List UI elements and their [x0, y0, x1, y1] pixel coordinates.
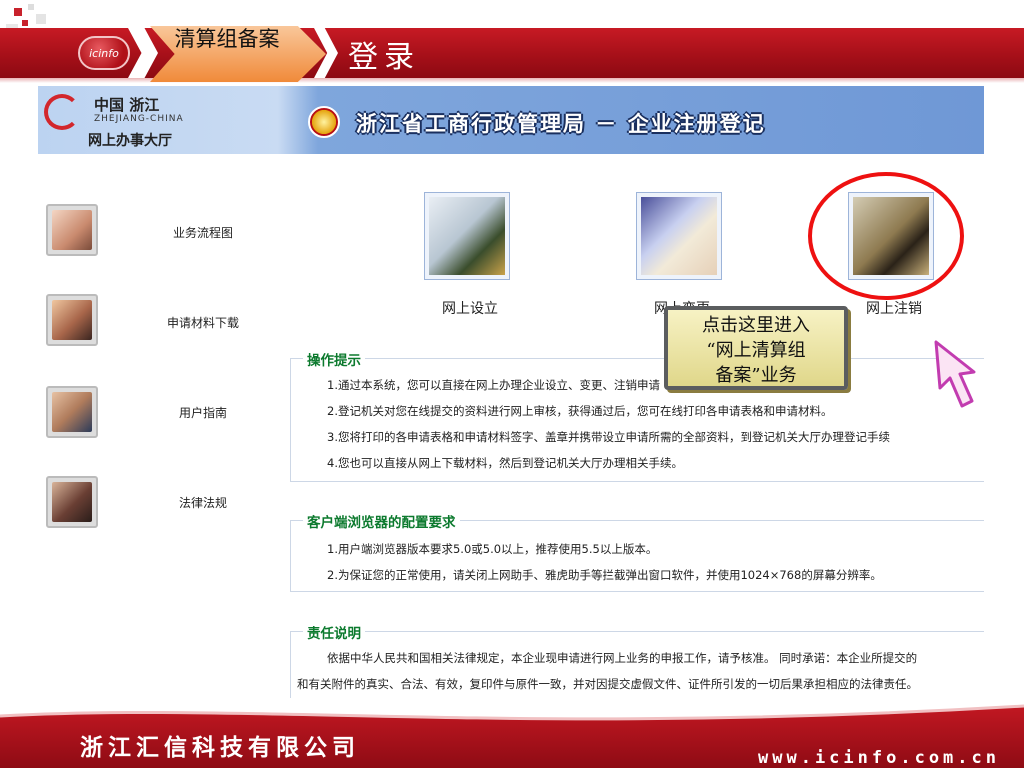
- slide: icinfo 清算组备案 登录 中国 浙江 ZHEJIANG-CHINA 网上办…: [0, 0, 1024, 768]
- browser-title: 客户端浏览器的配置要求: [303, 511, 460, 531]
- tips-section: 操作提示 1.通过本系统，您可以直接在网上办理企业设立、变更、注销申请 2.登记…: [290, 349, 984, 482]
- hands-documents-photo-icon: [641, 197, 717, 275]
- liability-title: 责任说明: [303, 622, 365, 642]
- decor-square: [36, 14, 46, 24]
- callout-line: 点击这里进入: [702, 315, 810, 336]
- sidebar-item-law[interactable]: 法律法规: [138, 494, 268, 511]
- brand-english: ZHEJIANG-CHINA: [94, 114, 184, 124]
- fountain-pen-photo-icon: [429, 197, 505, 275]
- callout-line: “网上清算组: [706, 340, 806, 361]
- hand-writing-photo-icon[interactable]: [46, 204, 98, 256]
- site-banner: 中国 浙江 ZHEJIANG-CHINA 网上办事大厅 浙江省工商行政管理局 －…: [38, 86, 984, 154]
- liability-section: 责任说明 依据中华人民共和国相关法律规定，本企业现申请进行网上业务的申报工作，请…: [290, 622, 984, 698]
- embedded-screenshot: 中国 浙江 ZHEJIANG-CHINA 网上办事大厅 浙江省工商行政管理局 －…: [38, 86, 984, 698]
- callout-line: 备案”业务: [715, 365, 797, 386]
- decor-square: [14, 8, 22, 16]
- brand-subtitle: 网上办事大厅: [88, 133, 172, 149]
- liability-line: 和有关附件的真实、合法、有效，复印件与原件一致，并对因提交虚假文件、证件所引发的…: [297, 677, 918, 691]
- action-establish-label[interactable]: 网上设立: [410, 298, 530, 318]
- section-tag-label: 清算组备案: [174, 27, 280, 51]
- banner-title: 浙江省工商行政管理局 － 企业注册登记: [356, 111, 766, 136]
- phone-call-photo-icon[interactable]: [46, 294, 98, 346]
- sidebar-item-guide[interactable]: 用户指南: [138, 404, 268, 421]
- tips-line: 1.通过本系统，您可以直接在网上办理企业设立、变更、注销申请: [327, 378, 660, 392]
- action-change-button[interactable]: [636, 192, 722, 280]
- sidebar-item-flowchart[interactable]: 业务流程图: [138, 224, 268, 241]
- tips-title: 操作提示: [303, 349, 365, 369]
- businessman-photo-icon[interactable]: [46, 386, 98, 438]
- tips-line: 3.您将打印的各申请表格和申请材料签字、盖章并携带设立申请所需的全部资料，到登记…: [327, 430, 890, 444]
- decor-square: [22, 20, 28, 26]
- action-establish-button[interactable]: [424, 192, 510, 280]
- decor-square: [28, 4, 34, 10]
- zhejiang-logo-icon: [44, 94, 80, 130]
- action-cancel-label[interactable]: 网上注销: [834, 298, 954, 318]
- businesswoman-photo-icon[interactable]: [46, 476, 98, 528]
- browser-line: 1.用户端浏览器版本要求5.0或5.0以上，推荐使用5.5以上版本。: [327, 542, 658, 556]
- icinfo-logo: icinfo: [78, 36, 130, 70]
- liability-line: 依据中华人民共和国相关法律规定，本企业现申请进行网上业务的申报工作，请予核准。 …: [327, 651, 918, 665]
- tips-line: 2.登记机关对您在线提交的资料进行网上审核，获得通过后，您可在线打印各申请表格和…: [327, 404, 833, 418]
- footer-url[interactable]: www.icinfo.com.cn: [758, 748, 1000, 768]
- browser-line: 2.为保证您的正常使用，请关闭上网助手、雅虎助手等拦截弹出窗口软件，并使用102…: [327, 568, 882, 582]
- sidebar-item-download[interactable]: 申请材料下载: [138, 314, 268, 331]
- callout-box: 点击这里进入 “网上清算组 备案”业务: [664, 306, 848, 390]
- highlight-ring: [808, 172, 964, 300]
- tips-line: 4.您也可以直接从网上下载材料，然后到登记机关大厅办理相关手续。: [327, 456, 683, 470]
- brand-title: 中国 浙江: [94, 96, 160, 114]
- cursor-arrow-icon: [934, 340, 976, 408]
- page-title: 登录: [348, 40, 420, 75]
- footer-company: 浙江汇信科技有限公司: [80, 734, 360, 761]
- browser-section: 客户端浏览器的配置要求 1.用户端浏览器版本要求5.0或5.0以上，推荐使用5.…: [290, 511, 984, 592]
- emblem-badge-icon: [308, 106, 340, 138]
